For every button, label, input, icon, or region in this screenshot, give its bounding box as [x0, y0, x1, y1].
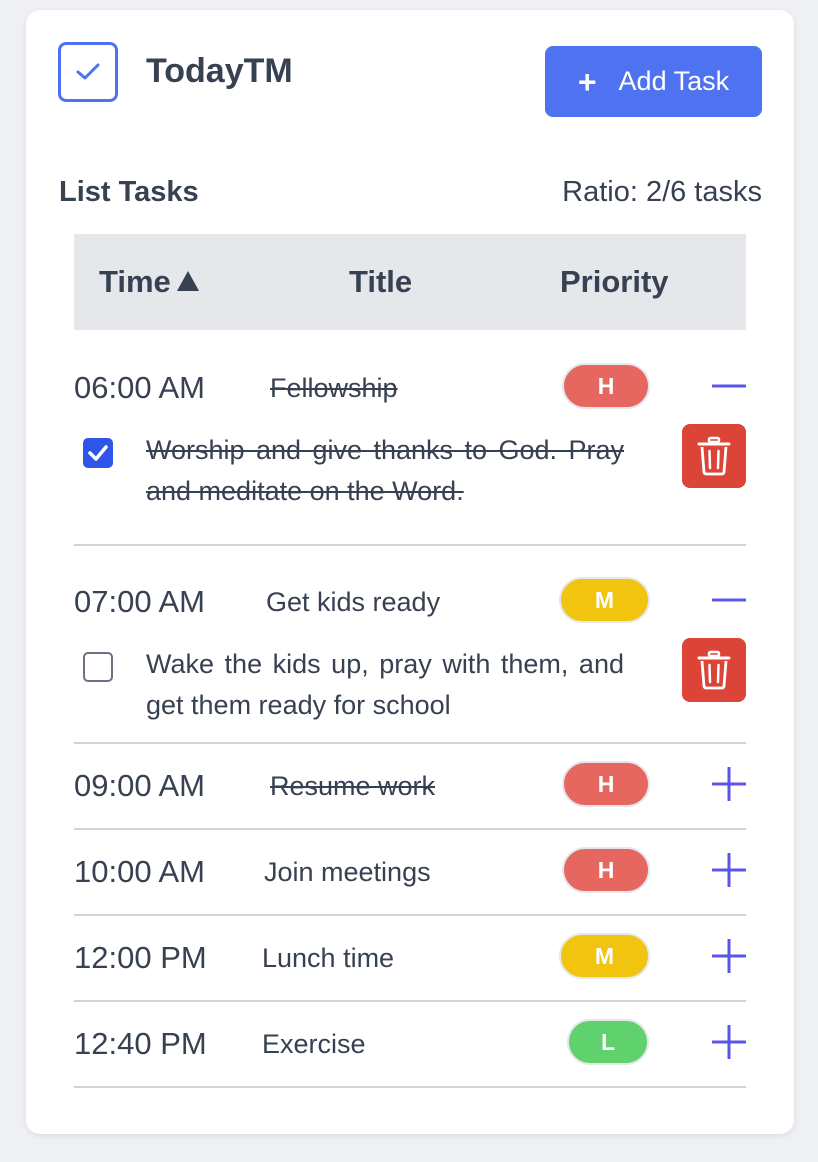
task-title[interactable]: Get kids ready	[266, 587, 440, 618]
collapse-button[interactable]	[711, 583, 747, 617]
plus-icon	[711, 1024, 747, 1060]
task-time: 07:00 AM	[74, 584, 205, 619]
task-time: 12:00 PM	[74, 940, 207, 975]
task-time: 12:40 PM	[74, 1026, 207, 1061]
app-logo	[58, 42, 118, 102]
table-header: Time Title Priority	[74, 234, 746, 330]
task-ratio: Ratio: 2/6 tasks	[562, 176, 762, 208]
expand-button[interactable]	[711, 766, 747, 802]
task-title[interactable]: Fellowship	[270, 373, 398, 404]
task-time: 09:00 AM	[74, 768, 205, 803]
task-card: TodayTM + Add Task List Tasks Ratio: 2/6…	[26, 10, 794, 1134]
priority-badge: H	[562, 847, 650, 893]
plus-icon	[711, 852, 747, 888]
task-done-checkbox[interactable]	[83, 652, 113, 682]
task-done-checkbox[interactable]	[83, 438, 113, 468]
task-row: 07:00 AM Get kids ready M Wake the kids up,…	[74, 544, 747, 744]
task-row: 10:00 AM Join meetings H	[74, 828, 747, 916]
task-title[interactable]: Join meetings	[264, 857, 431, 888]
expand-button[interactable]	[711, 938, 747, 974]
trash-icon	[697, 650, 731, 690]
checkmark-icon	[88, 445, 108, 461]
app-header: TodayTM + Add Task	[58, 42, 762, 117]
app-title: TodayTM	[146, 52, 293, 90]
task-row: 12:40 PM Exercise L	[74, 1000, 747, 1088]
plus-icon	[711, 766, 747, 802]
priority-badge: L	[567, 1019, 649, 1065]
column-header-priority[interactable]: Priority	[560, 264, 669, 300]
task-title[interactable]: Lunch time	[262, 943, 394, 974]
priority-badge: M	[559, 933, 650, 979]
priority-badge: M	[559, 577, 650, 623]
priority-badge: H	[562, 363, 650, 409]
plus-icon: +	[577, 63, 597, 100]
plus-icon	[711, 938, 747, 974]
task-row: 12:00 PM Lunch time M	[74, 914, 747, 1002]
check-icon	[76, 63, 100, 80]
minus-icon	[711, 598, 747, 602]
column-header-title[interactable]: Title	[349, 264, 412, 300]
expand-button[interactable]	[711, 1024, 747, 1060]
task-description: Worship and give thanks to God. Pray and…	[146, 435, 624, 506]
sort-ascending-icon	[176, 271, 199, 291]
list-heading: List Tasks	[59, 176, 199, 208]
delete-task-button[interactable]	[682, 424, 746, 488]
task-title[interactable]: Resume work	[270, 771, 435, 802]
task-time: 06:00 AM	[74, 370, 205, 405]
priority-badge: H	[562, 761, 650, 807]
add-task-label: Add Task	[618, 66, 730, 96]
task-description: Wake the kids up, pray with them, and ge…	[146, 649, 624, 720]
add-task-button[interactable]: + Add Task	[545, 46, 762, 117]
minus-icon	[711, 384, 747, 388]
task-row: 06:00 AM Fellowship H Worship and give than…	[74, 330, 747, 546]
delete-task-button[interactable]	[682, 638, 746, 702]
task-row: 09:00 AM Resume work H	[74, 742, 747, 830]
trash-icon	[697, 436, 731, 476]
collapse-button[interactable]	[711, 369, 747, 403]
task-title[interactable]: Exercise	[262, 1029, 366, 1060]
task-time: 10:00 AM	[74, 854, 205, 889]
column-header-time[interactable]: Time	[99, 264, 199, 300]
expand-button[interactable]	[711, 852, 747, 888]
